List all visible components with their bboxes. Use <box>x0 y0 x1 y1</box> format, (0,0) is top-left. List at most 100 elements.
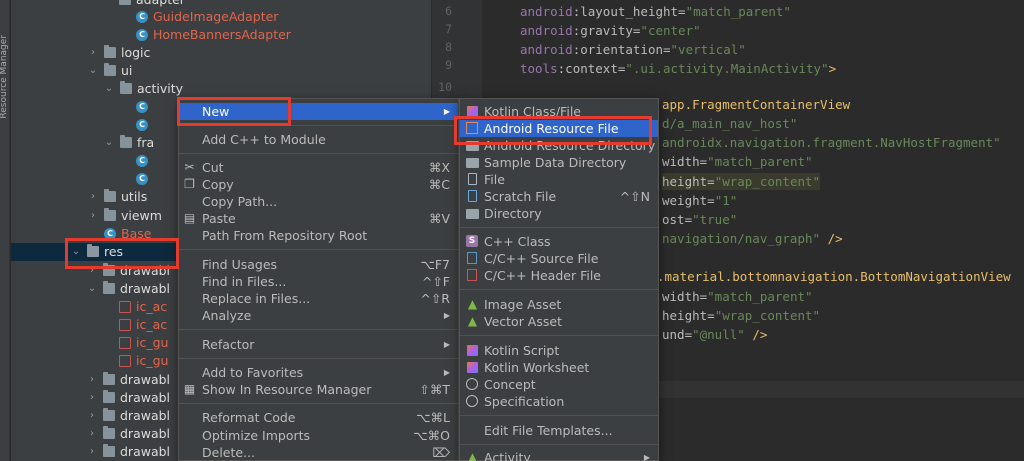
image-icon <box>119 337 131 349</box>
submenu-item-vector-asset[interactable]: ▲ Vector Asset <box>460 313 658 330</box>
submenu-item-activity[interactable]: ▲ Activity ▶ <box>460 449 658 461</box>
menu-item-show-resource-manager[interactable]: ▦ Show In Resource Manager ⇧⌘T <box>179 381 458 398</box>
submenu-item-sample-data-directory[interactable]: Sample Data Directory <box>460 154 658 171</box>
class-icon: C <box>136 101 148 113</box>
code-line: app.FragmentContainerView <box>662 97 851 112</box>
code-line: width="match_parent" <box>662 289 813 304</box>
menu-item-paste[interactable]: ▤ Paste ⌘V <box>179 210 458 227</box>
highlight-new <box>177 97 291 126</box>
tree-row-label: drawabl <box>120 281 171 296</box>
android-icon: ▲ <box>467 297 478 311</box>
menu-item-copy[interactable]: ❐ Copy ⌘C <box>179 176 458 193</box>
tree-row[interactable]: ⌄ activity <box>11 80 431 98</box>
chevron-right-icon[interactable]: › <box>87 425 97 443</box>
chevron-right-icon[interactable]: › <box>88 188 98 206</box>
class-icon: C <box>136 119 148 131</box>
folder-icon <box>120 81 132 94</box>
tree-row[interactable]: ⌄ ui <box>11 62 431 80</box>
concept-icon <box>466 378 478 390</box>
folder-icon <box>103 408 115 421</box>
chevron-right-icon[interactable]: › <box>87 371 97 389</box>
file-icon <box>468 173 477 185</box>
submenu-item-scratch-file[interactable]: Scratch File ^⇧N <box>460 188 658 205</box>
menu-item-find-usages[interactable]: Find Usages ⌥F7 <box>179 256 458 273</box>
image-icon <box>119 301 131 313</box>
tree-row-label: ic_ac <box>136 299 168 314</box>
context-menu: New ▶ Add C++ to Module ✂ Cut ⌘X ❐ Copy ⌘C Co… <box>178 98 459 461</box>
tree-row-label: ic_gu <box>136 353 169 368</box>
chevron-right-icon[interactable]: › <box>87 389 97 407</box>
menu-separator <box>179 153 458 154</box>
chevron-right-icon[interactable]: › <box>88 44 98 62</box>
menu-item-cut[interactable]: ✂ Cut ⌘X <box>179 159 458 176</box>
menu-item-find-in-files[interactable]: Find in Files... ^⇧F <box>179 273 458 290</box>
tree-row-label: drawabl <box>120 372 171 387</box>
tree-row[interactable]: C GuideImageAdapter <box>11 8 431 26</box>
menu-separator <box>460 227 658 228</box>
chevron-down-icon[interactable]: ⌄ <box>104 80 114 98</box>
chevron-right-icon[interactable]: › <box>87 443 97 461</box>
scratch-file-icon <box>468 190 477 202</box>
tree-row[interactable]: C HomeBannersAdapter <box>11 26 431 44</box>
highlight-res-folder <box>65 238 179 269</box>
code-line: height="wrap_content" <box>662 308 821 323</box>
folder-icon <box>466 158 479 168</box>
chevron-down-icon[interactable]: ⌄ <box>104 134 114 152</box>
menu-item-refactor[interactable]: Refactor ▶ <box>179 336 458 353</box>
line-number: 8 <box>445 40 452 54</box>
chevron-right-icon[interactable]: › <box>87 407 97 425</box>
menu-item-replace-in-files[interactable]: Replace in Files... ^⇧R <box>179 290 458 307</box>
chevron-down-icon[interactable]: ⌄ <box>87 280 97 298</box>
submenu-arrow-icon: ▶ <box>643 453 650 461</box>
menu-separator <box>460 335 658 336</box>
class-icon: C <box>136 29 148 41</box>
folder-icon <box>103 426 115 439</box>
image-icon <box>119 319 131 331</box>
tree-row-label: logic <box>121 45 151 60</box>
tree-row-label: GuideImageAdapter <box>153 9 279 24</box>
submenu-item-cpp-header[interactable]: C/C++ Header File <box>460 267 658 284</box>
kotlin-icon <box>467 362 478 373</box>
submenu-item-directory[interactable]: Directory <box>460 205 658 222</box>
chevron-down-icon[interactable]: ⌄ <box>88 62 98 80</box>
menu-item-path-from-repo[interactable]: Path From Repository Root <box>179 227 458 244</box>
folder-icon <box>104 189 116 202</box>
submenu-item-concept[interactable]: Concept <box>460 376 658 393</box>
submenu-item-image-asset[interactable]: ▲ Image Asset <box>460 296 658 313</box>
android-icon: ▲ <box>467 314 478 328</box>
submenu-item-kotlin-worksheet[interactable]: Kotlin Worksheet <box>460 359 658 376</box>
code-line: tools:context=".ui.activity.MainActivity… <box>520 61 837 76</box>
submenu-item-cpp-class[interactable]: S C++ Class <box>460 233 658 250</box>
tree-row[interactable]: › logic <box>11 44 431 62</box>
tree-row-label: fra <box>137 135 155 150</box>
menu-item-optimize-imports[interactable]: Optimize Imports ⌥⌘O <box>179 427 458 444</box>
submenu-item-specification[interactable]: Specification <box>460 393 658 410</box>
tree-row-label: ui <box>121 63 133 78</box>
resource-manager-tab[interactable]: Resource Manager <box>0 35 9 119</box>
class-icon: C <box>136 11 148 23</box>
menu-item-delete[interactable]: Delete... ⌦ <box>179 444 458 461</box>
menu-item-add-cpp[interactable]: Add C++ to Module <box>179 131 458 148</box>
submenu-arrow-icon: ▶ <box>443 368 450 377</box>
menu-item-analyze[interactable]: Analyze ▶ <box>179 307 458 324</box>
line-number: 6 <box>445 4 452 18</box>
tree-row-label: drawabl <box>120 390 171 405</box>
submenu-item-kotlin-script[interactable]: Kotlin Script <box>460 342 658 359</box>
submenu-item-cpp-source[interactable]: C/C++ Source File <box>460 250 658 267</box>
menu-separator <box>460 444 658 445</box>
cpp-header-icon <box>467 269 477 281</box>
menu-item-copy-path[interactable]: Copy Path... <box>179 193 458 210</box>
tree-row-label: HomeBannersAdapter <box>153 27 291 42</box>
code-line: ost="true" <box>662 212 738 227</box>
menu-item-add-favorites[interactable]: Add to Favorites ▶ <box>179 364 458 381</box>
submenu-item-file[interactable]: File <box>460 171 658 188</box>
line-number: 7 <box>445 22 452 36</box>
menu-item-reformat[interactable]: Reformat Code ⌥⌘L <box>179 409 458 426</box>
tree-row-label: activity <box>137 81 184 96</box>
code-line: d/a_main_nav_host" <box>662 116 798 131</box>
menu-separator <box>460 415 658 416</box>
folder-icon <box>103 281 115 294</box>
chevron-right-icon[interactable]: › <box>88 207 98 225</box>
tree-row-label: utils <box>121 189 148 204</box>
submenu-item-edit-templates[interactable]: Edit File Templates... <box>460 422 658 439</box>
